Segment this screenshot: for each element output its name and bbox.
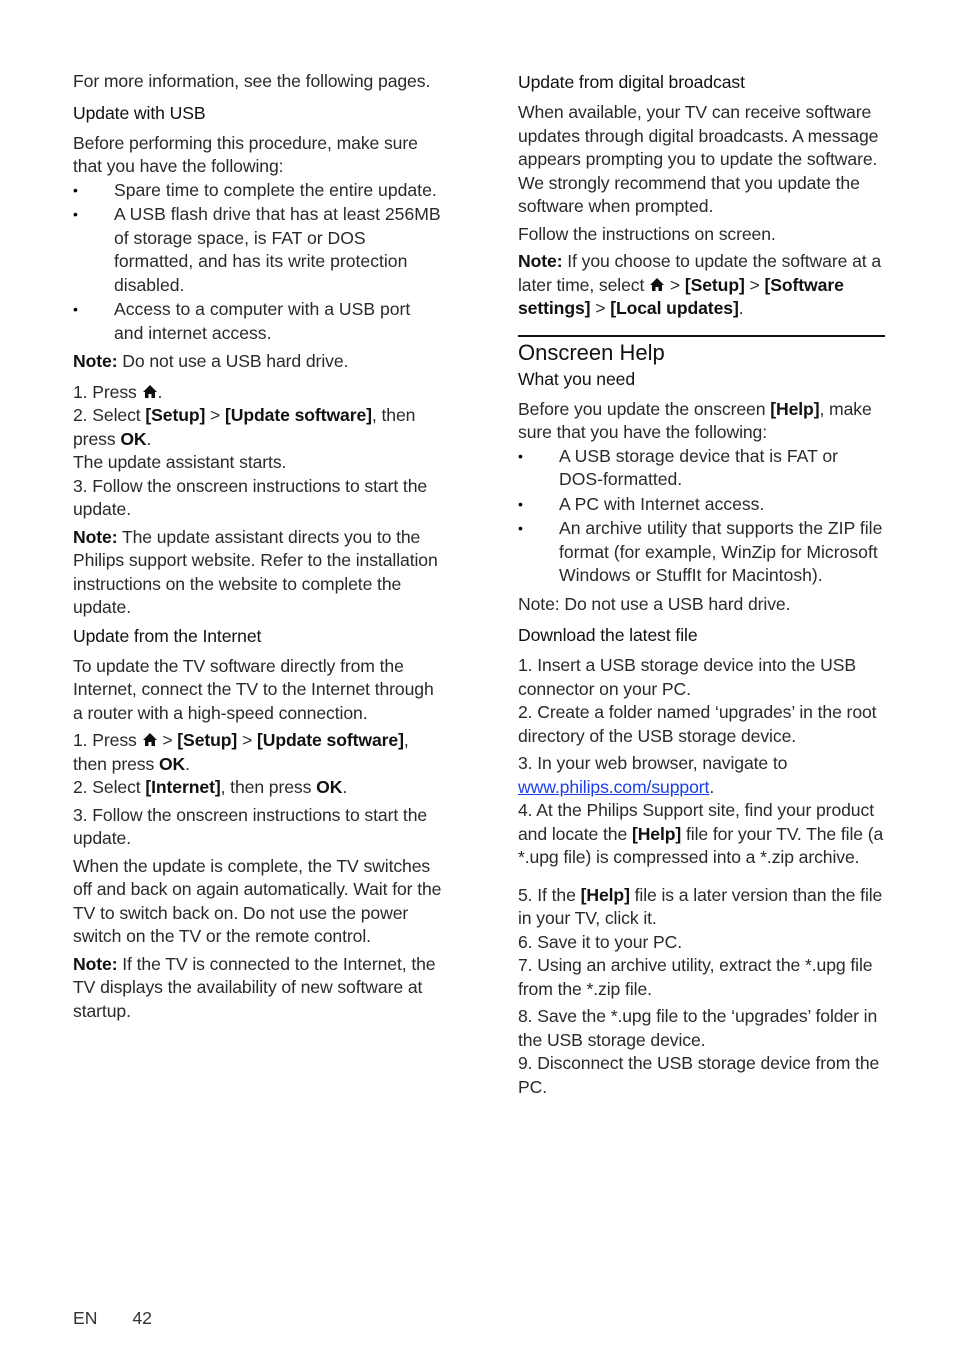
internet-complete-text: When the update is complete, the TV swit… xyxy=(73,855,442,947)
download-step-3: 3. In your web browser, navigate to www.… xyxy=(518,753,788,797)
list-item: • An archive utility that supports the ZI… xyxy=(518,518,883,585)
bullet-icon: • xyxy=(73,181,78,198)
home-icon xyxy=(142,733,157,746)
home-icon xyxy=(650,277,665,291)
page-footer: EN 42 xyxy=(73,1308,152,1329)
usb-step-2: 2. Select [Setup] > [Update software], t… xyxy=(73,405,416,449)
usb-note-2: Note: The update assistant directs you t… xyxy=(73,526,438,618)
language-code: EN xyxy=(73,1308,98,1328)
list-item: • Access to a computer with a USB port an… xyxy=(73,299,411,343)
download-heading: Download the latest file xyxy=(518,625,698,645)
usb-step-1: 1. Press . xyxy=(73,381,163,402)
download-step-7: 7. Using an archive utility, extract the… xyxy=(518,955,873,999)
bullet-icon: • xyxy=(73,301,78,317)
internet-update-heading: Update from the Internet xyxy=(73,625,262,646)
internet-step-3: 3. Follow the onscreen instructions to s… xyxy=(73,804,428,849)
download-step-4: 4. At the Philips Support site, find you… xyxy=(518,800,884,867)
left-column: For more information, see the following … xyxy=(73,70,443,1023)
intro-text: For more information, see the following … xyxy=(73,71,431,91)
help-requirements-list: • A USB storage device that is FAT or DOS… xyxy=(518,445,885,588)
bullet-icon: • xyxy=(518,495,523,512)
broadcast-update-heading: Update from digital broadcast xyxy=(518,72,745,92)
usb-requirements-list: • Spare time to complete the entire updat… xyxy=(73,179,443,346)
help-before-text: Before you update the onscreen [Help], m… xyxy=(518,398,872,443)
bullet-icon: • xyxy=(518,447,523,464)
download-step-2: 2. Create a folder named ‘upgrades’ in t… xyxy=(518,702,877,746)
help-note: Note: Do not use a USB hard drive. xyxy=(518,593,791,614)
philips-support-link[interactable]: www.philips.com/support xyxy=(518,777,709,797)
section-divider xyxy=(518,334,885,337)
right-column: Update from digital broadcast When avail… xyxy=(518,70,885,1099)
broadcast-note: Note: If you choose to update the softwa… xyxy=(518,251,882,318)
page-number: 42 xyxy=(132,1308,152,1328)
download-step-1: 1. Insert a USB storage device into the … xyxy=(518,655,856,699)
usb-assistant-text: The update assistant starts. xyxy=(73,452,287,472)
usb-before-text: Before performing this procedure, make s… xyxy=(73,132,418,177)
home-icon xyxy=(142,384,157,398)
what-you-need-heading: What you need xyxy=(518,368,636,389)
bullet-icon: • xyxy=(73,206,78,222)
internet-note: Note: If the TV is connected to the Inte… xyxy=(73,953,436,1021)
list-item: • A USB storage device that is FAT or DOS… xyxy=(518,445,839,490)
list-item: • A PC with Internet access. xyxy=(518,493,885,517)
download-step-5: 5. If the [Help] file is a later version… xyxy=(518,884,883,929)
usb-update-heading: Update with USB xyxy=(73,102,206,123)
list-item: • A USB flash drive that has at least 256… xyxy=(73,204,441,295)
download-step-9: 9. Disconnect the USB storage device fro… xyxy=(518,1053,880,1097)
broadcast-follow: Follow the instructions on screen. xyxy=(518,223,776,244)
internet-step-1: 1. Press > [Setup] > [Update software], … xyxy=(73,730,409,774)
usb-step-3: 3. Follow the onscreen instructions to s… xyxy=(73,475,428,520)
internet-intro: To update the TV software directly from … xyxy=(73,655,434,723)
onscreen-help-title: Onscreen Help xyxy=(518,339,665,365)
download-step-6: 6. Save it to your PC. xyxy=(518,931,683,952)
bullet-icon: • xyxy=(518,520,523,536)
usb-note: Note: Do not use a USB hard drive. xyxy=(73,351,349,371)
broadcast-body: When available, your TV can receive soft… xyxy=(518,102,879,216)
download-step-8: 8. Save the *.upg file to the ‘upgrades’… xyxy=(518,1006,878,1050)
internet-step-2: 2. Select [Internet], then press OK. xyxy=(73,777,348,797)
list-item: • Spare time to complete the entire updat… xyxy=(73,179,443,203)
